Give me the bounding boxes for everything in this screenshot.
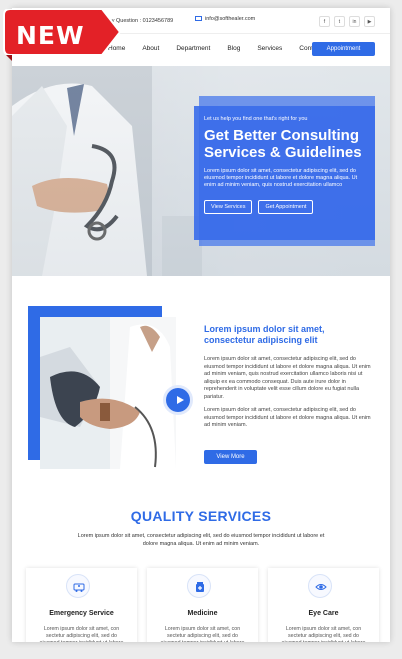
ambulance-icon <box>66 574 90 598</box>
service-card-eye-care[interactable]: Eye Care Lorem ipsum dolor sit amet, con… <box>268 568 379 642</box>
twitter-icon[interactable]: t <box>334 16 345 27</box>
page-frame: Any Question : 0123456789 info@softheale… <box>12 8 390 642</box>
blood-pressure-illustration <box>40 317 176 469</box>
play-icon <box>177 396 184 404</box>
about-paragraph-2: Lorem ipsum dolor sit amet, consectetur … <box>204 407 371 428</box>
new-label: NEW <box>16 21 85 50</box>
services-title: QUALITY SERVICES <box>130 508 272 524</box>
nav-about[interactable]: About <box>142 45 159 52</box>
email-contact[interactable]: info@softhealer.com <box>195 16 255 22</box>
medicine-icon <box>187 574 211 598</box>
service-title: Medicine <box>187 610 218 617</box>
social-links: f t in ▶ <box>319 16 375 27</box>
hero-kicker: Let us help you find one that's right fo… <box>204 116 308 122</box>
youtube-icon[interactable]: ▶ <box>364 16 375 27</box>
email-text: info@softhealer.com <box>205 16 256 22</box>
services-subtitle: Lorem ipsum dolor sit amet, consectetur … <box>77 533 325 547</box>
hero-title: Get Better Consulting Services & Guideli… <box>204 127 362 161</box>
service-card-emergency[interactable]: Emergency Service Lorem ipsum dolor sit … <box>26 568 137 642</box>
service-title: Emergency Service <box>49 610 114 617</box>
linkedin-icon[interactable]: in <box>349 16 360 27</box>
services-cards: Emergency Service Lorem ipsum dolor sit … <box>26 568 379 642</box>
about-title: Lorem ipsum dolor sit amet, consectetur … <box>204 324 325 345</box>
view-services-button[interactable]: View Services <box>204 200 253 214</box>
service-title: Eye Care <box>308 610 339 617</box>
eye-icon <box>308 574 332 598</box>
hero-card: Let us help you find one that's right fo… <box>194 106 375 240</box>
service-text: Lorem ipsum dolor sit amet, con sectetur… <box>161 626 245 642</box>
play-video-button[interactable] <box>163 385 193 415</box>
about-paragraph-1: Lorem ipsum dolor sit amet, consectetur … <box>204 356 371 400</box>
get-appointment-button[interactable]: Get Appointment <box>258 200 314 214</box>
service-card-medicine[interactable]: Medicine Lorem ipsum dolor sit amet, con… <box>147 568 258 642</box>
facebook-icon[interactable]: f <box>319 16 330 27</box>
hero-banner: Let us help you find one that's right fo… <box>12 66 390 276</box>
nav-department[interactable]: Department <box>176 45 210 52</box>
view-more-button[interactable]: View More <box>204 450 257 464</box>
new-ribbon: NEW <box>2 9 124 61</box>
nav-services[interactable]: Services <box>257 45 282 52</box>
appointment-button[interactable]: Appointment <box>312 42 375 56</box>
hero-body: Lorem ipsum dolor sit amet, consectetur … <box>204 168 358 188</box>
mail-icon <box>195 16 202 21</box>
nav-blog[interactable]: Blog <box>227 45 240 52</box>
service-text: Lorem ipsum dolor sit amet, con sectetur… <box>282 626 366 642</box>
about-content: Lorem ipsum dolor sit amet, consectetur … <box>204 324 376 436</box>
about-image <box>40 317 176 469</box>
service-text: Lorem ipsum dolor sit amet, con sectetur… <box>40 626 124 642</box>
